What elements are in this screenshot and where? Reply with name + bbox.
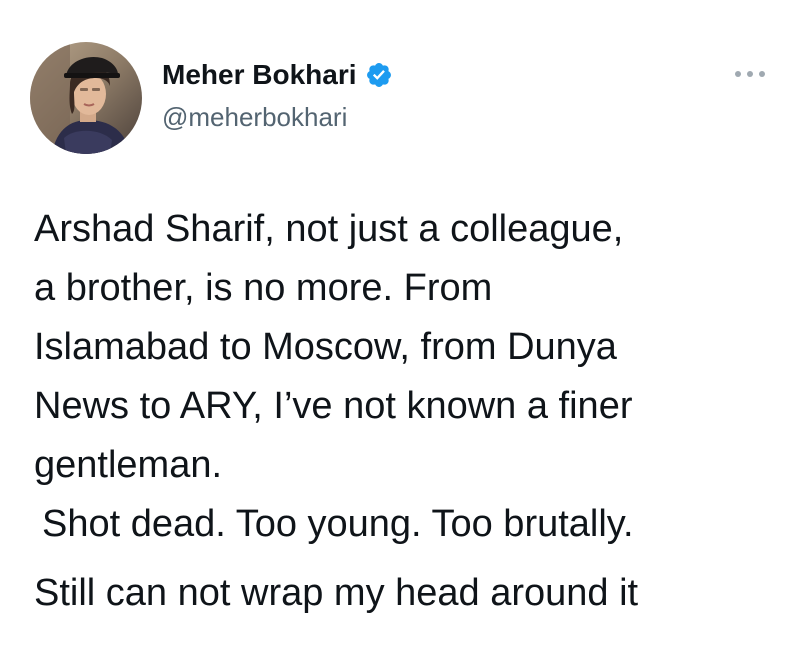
more-options-icon <box>735 71 765 77</box>
more-options-button[interactable] <box>730 62 770 86</box>
author-avatar[interactable] <box>30 42 142 154</box>
verified-badge-icon <box>365 61 393 89</box>
author-handle[interactable]: @meherbokhari <box>162 101 347 133</box>
tweet-text-line: a brother, is no more. From <box>34 267 493 309</box>
author-display-name[interactable]: Meher Bokhari <box>162 58 357 92</box>
tweet-text-line: Islamabad to Moscow, from Dunya <box>34 326 617 368</box>
tweet-text-line: Arshad Sharif, not just a colleague, <box>34 208 624 250</box>
tweet-card: Meher Bokhari @meherbokhari Arshad Shari… <box>0 0 800 652</box>
tweet-text-line: Shot dead. Too young. Too brutally. <box>42 503 634 545</box>
tweet-text: Arshad Sharif, not just a colleague, a b… <box>34 200 784 623</box>
avatar-photo-icon <box>30 42 142 154</box>
tweet-text-line: News to ARY, I’ve not known a finer <box>34 385 633 427</box>
tweet-text-line: gentleman. <box>34 444 223 486</box>
author-name-row[interactable]: Meher Bokhari <box>162 58 393 92</box>
tweet-text-line: Still can not wrap my head around it <box>34 572 639 614</box>
